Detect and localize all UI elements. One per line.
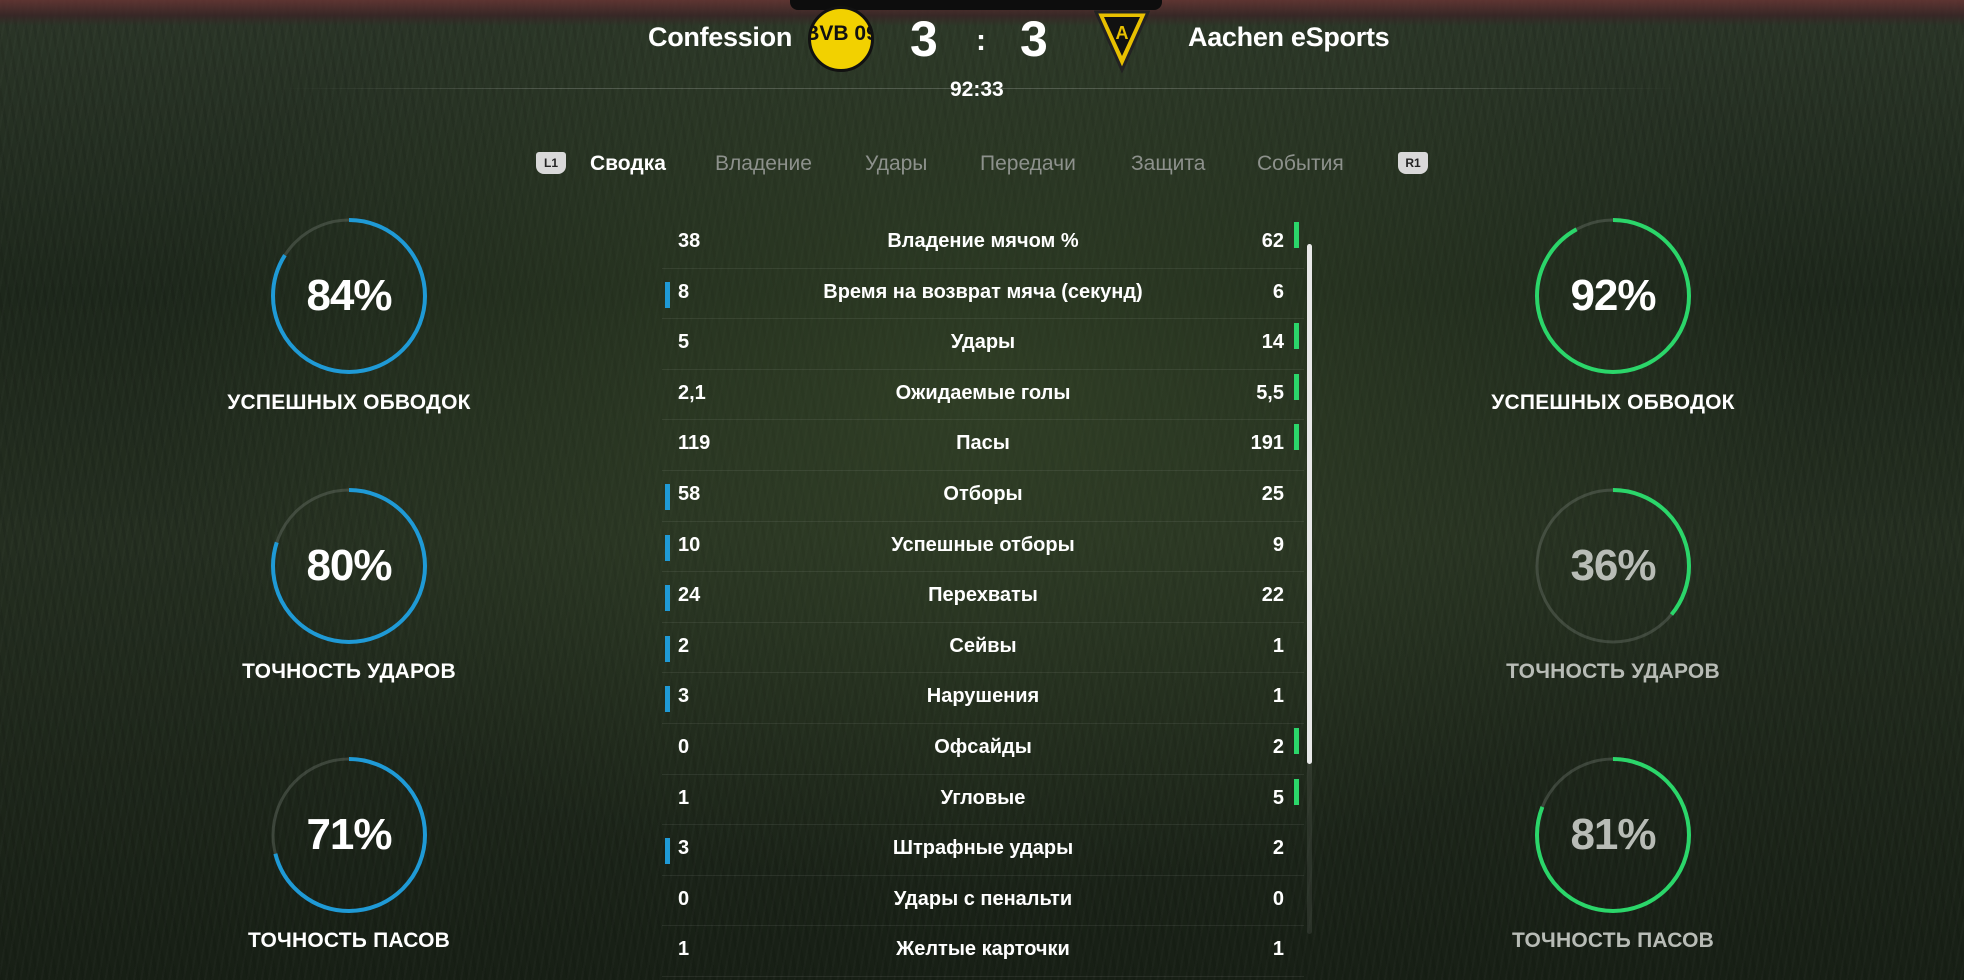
- away-stat-value: 0: [1272, 887, 1284, 910]
- stat-label: Нарушения: [926, 685, 1040, 708]
- away-team-crest-icon: A: [1093, 8, 1151, 74]
- stat-row: 38 Владение мячом % 62: [662, 218, 1304, 269]
- stat-row: 3 Нарушения 1: [662, 673, 1304, 724]
- away-stat-value: 2: [1272, 735, 1284, 758]
- home-pass-accuracy-ring: 71%: [268, 754, 430, 916]
- stat-label: Время на возврат мяча (секунд): [823, 280, 1143, 303]
- home-dribble-value: 84%: [306, 271, 392, 320]
- stat-row: 58 Отборы 25: [662, 471, 1304, 522]
- home-shot-accuracy-caption: ТОЧНОСТЬ УДАРОВ: [242, 660, 456, 683]
- stat-row: 1 Желтые карточки 1: [662, 926, 1304, 977]
- match-clock: 92:33: [950, 78, 1004, 101]
- away-stat-value: 22: [1261, 584, 1284, 607]
- away-dribble-value: 92%: [1570, 271, 1656, 320]
- home-team-crest-icon: BVB 09: [808, 6, 874, 72]
- home-dribble-caption: УСПЕШНЫХ ОБВОДОК: [227, 391, 471, 414]
- away-stat-value: 62: [1261, 230, 1284, 252]
- home-score: 3: [910, 11, 938, 67]
- home-shot-accuracy-value: 80%: [306, 541, 392, 590]
- away-pass-accuracy-caption: ТОЧНОСТЬ ПАСОВ: [1512, 929, 1714, 952]
- away-stat-value: 1: [1272, 634, 1284, 657]
- away-pass-accuracy-ring: 81%: [1532, 754, 1694, 916]
- stat-label: Удары с пенальти: [893, 887, 1073, 910]
- stat-label: Офсайды: [934, 735, 1032, 758]
- away-shot-accuracy-value: 36%: [1570, 541, 1656, 590]
- stat-row: 0 Удары с пенальти 0: [662, 876, 1304, 927]
- tab-defense[interactable]: Защита: [1131, 152, 1205, 176]
- stat-row: 0 Офсайды 2: [662, 724, 1304, 775]
- l1-bumper-icon[interactable]: L1: [536, 152, 566, 174]
- away-stat-value: 9: [1272, 533, 1284, 556]
- away-stat-value: 25: [1261, 482, 1284, 505]
- tab-events[interactable]: События: [1257, 152, 1344, 176]
- home-crest-letters: BVB 09: [811, 22, 871, 45]
- away-stat-value: 1: [1272, 938, 1284, 961]
- score-separator: :: [976, 24, 986, 57]
- r1-bumper-icon[interactable]: R1: [1398, 152, 1428, 174]
- stat-row: 24 Перехваты 22: [662, 572, 1304, 623]
- away-dribble-ring: 92%: [1532, 215, 1694, 377]
- away-stat-value: 1: [1272, 685, 1284, 708]
- stat-row: 5 Удары 14: [662, 319, 1304, 370]
- tab-shots[interactable]: Удары: [865, 152, 927, 176]
- away-pass-accuracy-value: 81%: [1570, 810, 1656, 859]
- stat-label: Успешные отборы: [891, 533, 1075, 556]
- stat-label: Сейвы: [949, 634, 1017, 657]
- tab-possession[interactable]: Владение: [715, 152, 812, 176]
- stat-label: Пасы: [956, 432, 1010, 455]
- home-dribble-ring: 84%: [268, 215, 430, 377]
- stat-row: 2 Сейвы 1: [662, 623, 1304, 674]
- away-shot-accuracy-caption: ТОЧНОСТЬ УДАРОВ: [1506, 660, 1720, 683]
- away-stat-value: 5: [1272, 786, 1284, 809]
- home-pass-accuracy-caption: ТОЧНОСТЬ ПАСОВ: [248, 929, 450, 952]
- away-stat-value: 5,5: [1256, 381, 1284, 404]
- stat-label: Ожидаемые голы: [895, 381, 1071, 404]
- stat-label: Удары: [950, 331, 1016, 354]
- tab-summary[interactable]: Сводка: [590, 152, 666, 176]
- away-stat-value: 14: [1261, 331, 1284, 354]
- away-team-name: Aachen eSports: [1188, 22, 1390, 52]
- stat-row: 119 Пасы 191: [662, 420, 1304, 471]
- home-shot-accuracy-ring: 80%: [268, 485, 430, 647]
- away-stat-value: 191: [1250, 432, 1284, 455]
- stat-row: 8 Время на возврат мяча (секунд) 6: [662, 269, 1304, 320]
- stat-row: 1 Угловые 5: [662, 775, 1304, 826]
- stat-label: Желтые карточки: [896, 938, 1070, 961]
- stats-scrollbar-thumb[interactable]: [1307, 244, 1312, 764]
- home-pass-accuracy-value: 71%: [306, 810, 392, 859]
- stats-list: 38 Владение мячом % 62 8 Время на возврат мя…: [662, 218, 1304, 977]
- stats-tab-bar: L1 Сводка Владение Удары Передачи Защита…: [0, 152, 1964, 182]
- stat-row: 3 Штрафные удары 2: [662, 825, 1304, 876]
- stat-label: Перехваты: [928, 584, 1038, 607]
- stat-label: Владение мячом %: [887, 230, 1079, 252]
- stat-label: Угловые: [940, 786, 1026, 809]
- stat-label: Штрафные удары: [892, 837, 1074, 860]
- away-stat-value: 2: [1272, 837, 1284, 860]
- away-score: 3: [1020, 11, 1048, 67]
- away-crest-letter: A: [1116, 23, 1129, 43]
- tab-passes[interactable]: Передачи: [980, 152, 1076, 176]
- stat-row: 10 Успешные отборы 9: [662, 522, 1304, 573]
- away-stat-value: 6: [1272, 280, 1284, 303]
- stat-label: Отборы: [943, 482, 1023, 505]
- away-shot-accuracy-ring: 36%: [1532, 485, 1694, 647]
- away-dribble-caption: УСПЕШНЫХ ОБВОДОК: [1491, 391, 1735, 414]
- stat-row: 2,1 Ожидаемые голы 5,5: [662, 370, 1304, 421]
- home-team-name: Confession: [648, 22, 793, 52]
